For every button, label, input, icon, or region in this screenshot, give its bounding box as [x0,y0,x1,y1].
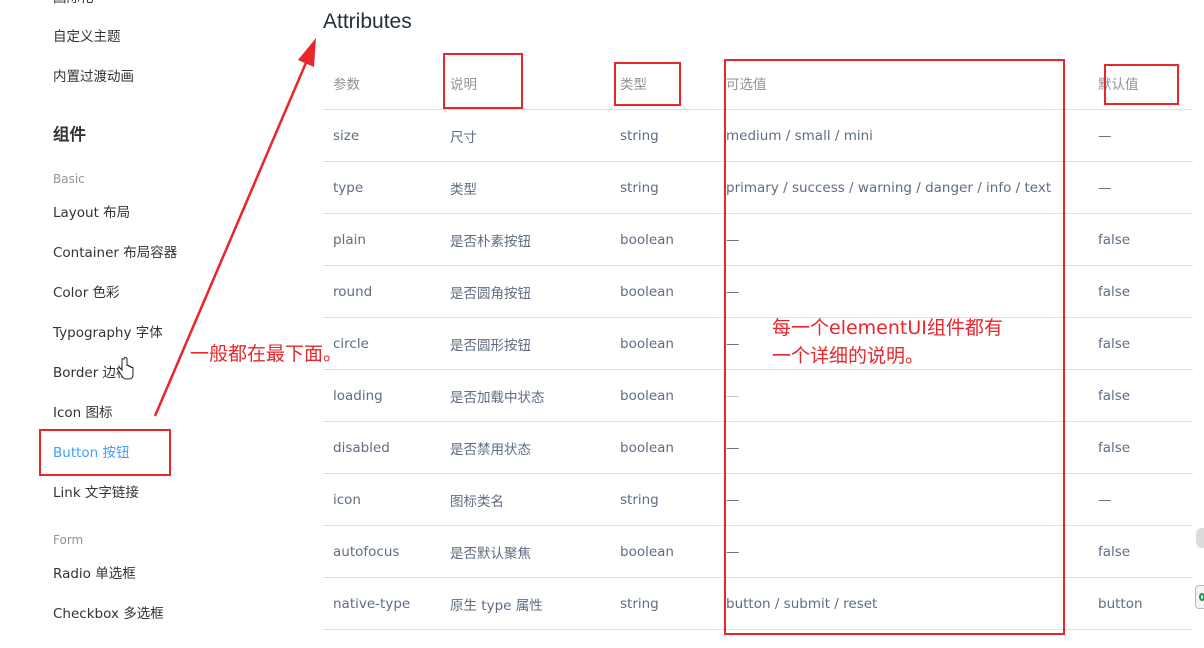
edge-widget-icon[interactable] [1195,585,1204,609]
annotation-arrow-icon [153,38,316,417]
annotation-table-note-line2: 一个详细的说明。 [772,345,925,367]
annotation-left-note: 一般都在最下面。 [190,343,343,365]
edge-scroll-tab[interactable] [1196,528,1204,548]
annotation-table-note-line1: 每一个elementUI组件都有 [772,317,1003,339]
